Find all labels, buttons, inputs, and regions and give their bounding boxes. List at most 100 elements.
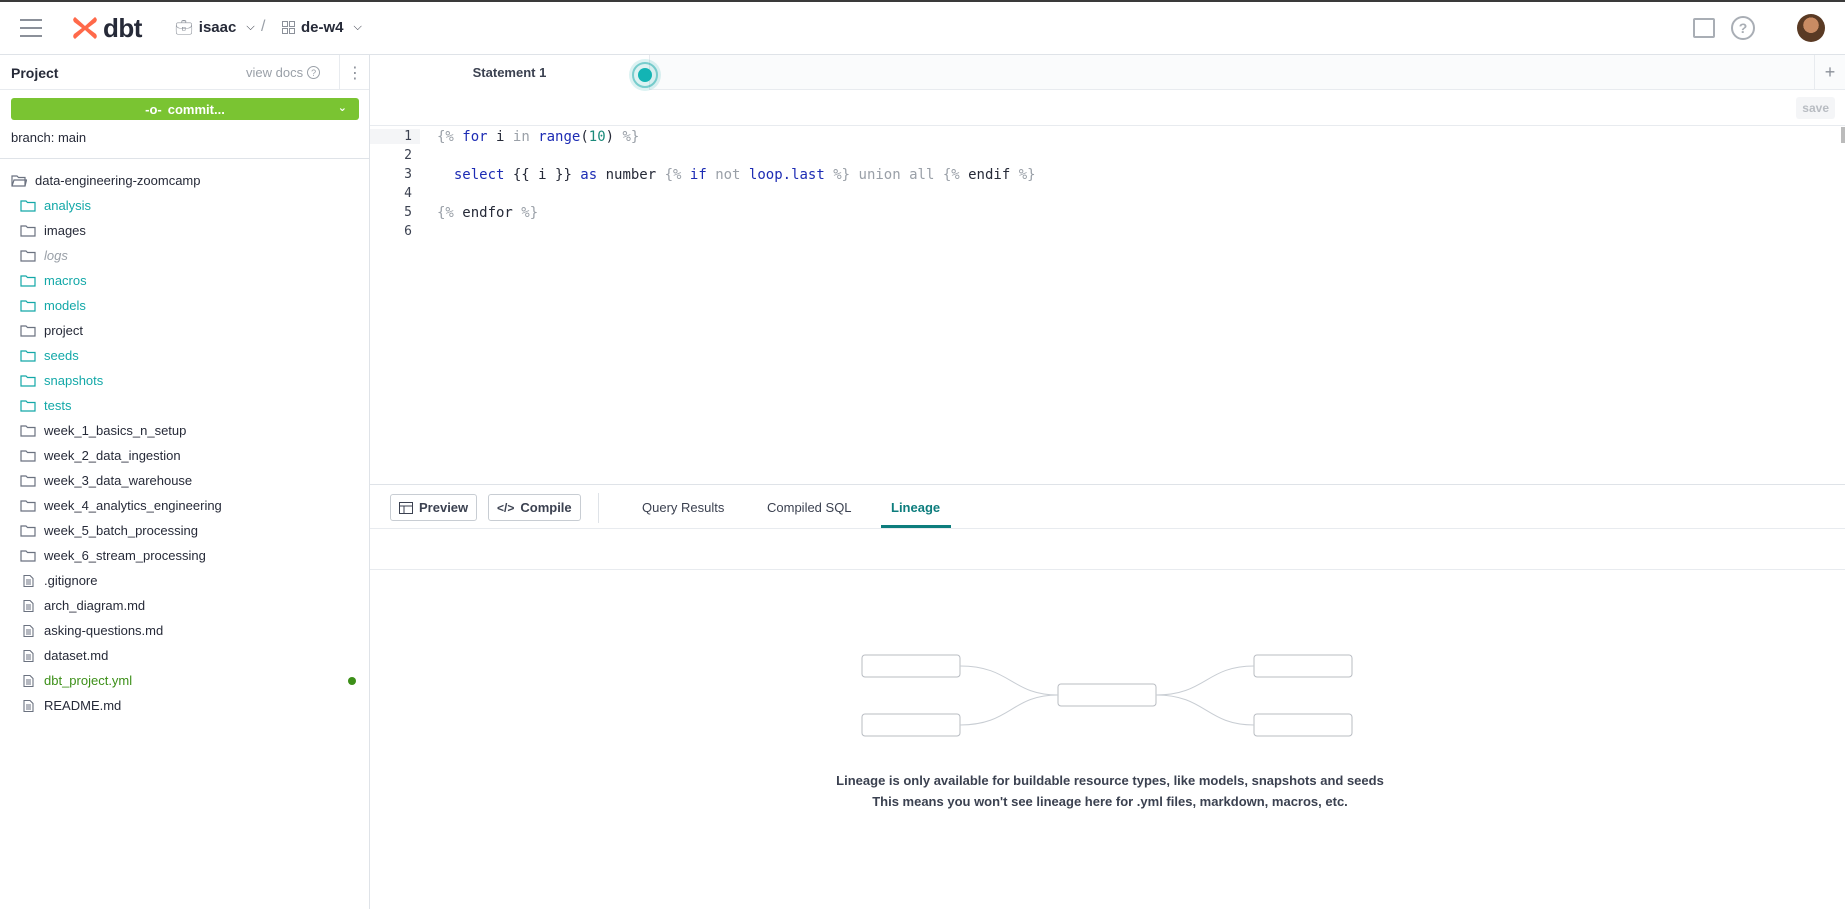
line-number: 4 (404, 186, 412, 201)
divider (0, 158, 370, 159)
root-folder[interactable]: data-engineering-zoomcamp (0, 168, 370, 193)
commit-label: commit... (167, 101, 225, 117)
folder-item[interactable]: images (0, 218, 370, 243)
breadcrumb-separator: / (261, 18, 266, 35)
tree-item-label: images (44, 223, 86, 238)
file-item[interactable]: dataset.md (0, 643, 370, 668)
view-docs-link[interactable]: view docs ? (246, 65, 321, 80)
compile-button[interactable]: </> Compile (488, 494, 581, 521)
code-line: 4 (370, 184, 1845, 203)
file-item[interactable]: README.md (0, 693, 370, 718)
project-switcher[interactable]: de-w4 ⌵ (282, 19, 362, 36)
more-options-icon[interactable]: ⋮ (339, 55, 370, 90)
file-item[interactable]: .gitignore (0, 568, 370, 593)
file-icon (23, 574, 34, 587)
lineage-node (1057, 683, 1157, 707)
preview-label: Preview (419, 500, 469, 515)
chevron-down-icon[interactable]: ⌄ (338, 101, 347, 114)
folder-icon (20, 299, 36, 312)
divider (598, 493, 599, 523)
tree-item-label: dataset.md (44, 648, 109, 663)
lineage-edge (959, 665, 1059, 696)
commit-button[interactable]: -o- commit... ⌄ (11, 98, 359, 120)
folder-item[interactable]: week_3_data_warehouse (0, 468, 370, 493)
file-item[interactable]: dbt_project.yml (0, 668, 370, 693)
folder-item[interactable]: snapshots (0, 368, 370, 393)
root-folder-label: data-engineering-zoomcamp (35, 173, 201, 188)
lineage-placeholder-diagram (861, 654, 1353, 737)
account-switcher[interactable]: 💼︎ isaac ⌵ (175, 19, 255, 36)
folder-icon (20, 324, 36, 337)
lineage-node (1253, 713, 1353, 737)
code-icon: </> (497, 500, 515, 515)
code-editor[interactable]: 1 {% for i in range(10) %} 2 3 select {{… (370, 127, 1845, 484)
panel-toolbar (370, 529, 1845, 570)
compile-label: Compile (520, 500, 572, 515)
editor-tabbar: Statement 1 + (370, 55, 1845, 91)
logo-text: dbt (103, 12, 142, 43)
project-name: de-w4 (301, 19, 344, 36)
folder-item[interactable]: week_1_basics_n_setup (0, 418, 370, 443)
active-tab-indicator (881, 525, 951, 528)
folder-item[interactable]: models (0, 293, 370, 318)
tree-item-label: analysis (44, 198, 91, 213)
file-tree: data-engineering-zoomcamp analysis images… (0, 168, 370, 718)
tab-lineage[interactable]: Lineage (891, 500, 940, 515)
file-icon (23, 649, 34, 662)
folder-icon (20, 349, 36, 362)
chat-icon[interactable] (1693, 18, 1715, 38)
file-item[interactable]: arch_diagram.md (0, 593, 370, 618)
tab-statement-1[interactable]: Statement 1 (370, 55, 650, 90)
top-right-actions: ? (1693, 14, 1825, 42)
folder-icon (20, 249, 36, 262)
folder-icon (20, 224, 36, 237)
lineage-edge (959, 694, 1059, 726)
lineage-message-line1: Lineage is only available for buildable … (836, 773, 1384, 788)
folder-item[interactable]: analysis (0, 193, 370, 218)
tree-item-label: README.md (44, 698, 122, 713)
folder-icon (20, 524, 36, 537)
folder-icon (20, 199, 36, 212)
tree-item-label: macros (44, 273, 87, 288)
tab-query-results[interactable]: Query Results (642, 500, 724, 515)
lineage-edge (1155, 694, 1255, 726)
results-panel-tabs: Preview </> Compile Query Results Compil… (370, 484, 1845, 529)
avatar[interactable] (1797, 14, 1825, 42)
help-icon[interactable]: ? (1731, 16, 1755, 40)
code-line: 5 {% endfor %} (370, 203, 1845, 222)
folder-item[interactable]: project (0, 318, 370, 343)
code-text: select {{ i }} as number {% if not loop.… (453, 166, 1036, 183)
preview-button[interactable]: Preview (390, 494, 478, 521)
folder-item[interactable]: macros (0, 268, 370, 293)
lineage-message: Lineage is only available for buildable … (830, 770, 1390, 812)
tree-item-label: week_6_stream_processing (44, 548, 206, 563)
sidebar-header: Project view docs ? ⋮ (0, 55, 369, 90)
folder-item[interactable]: week_6_stream_processing (0, 543, 370, 568)
folder-item[interactable]: week_4_analytics_engineering (0, 493, 370, 518)
grid-icon (282, 21, 295, 34)
folder-item[interactable]: week_2_data_ingestion (0, 443, 370, 468)
tree-item-label: logs (44, 248, 68, 263)
save-button[interactable]: save (1796, 97, 1835, 119)
tab-compiled-sql[interactable]: Compiled SQL (767, 500, 852, 515)
account-name: isaac (198, 19, 237, 36)
folder-item[interactable]: week_5_batch_processing (0, 518, 370, 543)
folder-icon (20, 424, 36, 437)
dbt-logo[interactable]: dbt (71, 12, 142, 43)
question-icon: ? (307, 66, 321, 79)
folder-item[interactable]: seeds (0, 343, 370, 368)
menu-icon[interactable] (20, 19, 42, 37)
editor-scrollbar[interactable] (1841, 127, 1845, 143)
tree-children: analysis images logs macros models project see… (0, 193, 370, 718)
folder-item[interactable]: logs (0, 243, 370, 268)
file-item[interactable]: asking-questions.md (0, 618, 370, 643)
modified-dot-icon (348, 677, 356, 685)
add-tab-icon[interactable]: + (1814, 55, 1845, 90)
tree-item-label: week_5_batch_processing (44, 523, 198, 538)
commit-icon: -o- (145, 101, 162, 117)
folder-item[interactable]: tests (0, 393, 370, 418)
table-icon (399, 501, 413, 514)
line-number: 6 (404, 224, 412, 239)
tree-item-label: week_1_basics_n_setup (44, 423, 187, 438)
line-number: 5 (404, 205, 412, 220)
